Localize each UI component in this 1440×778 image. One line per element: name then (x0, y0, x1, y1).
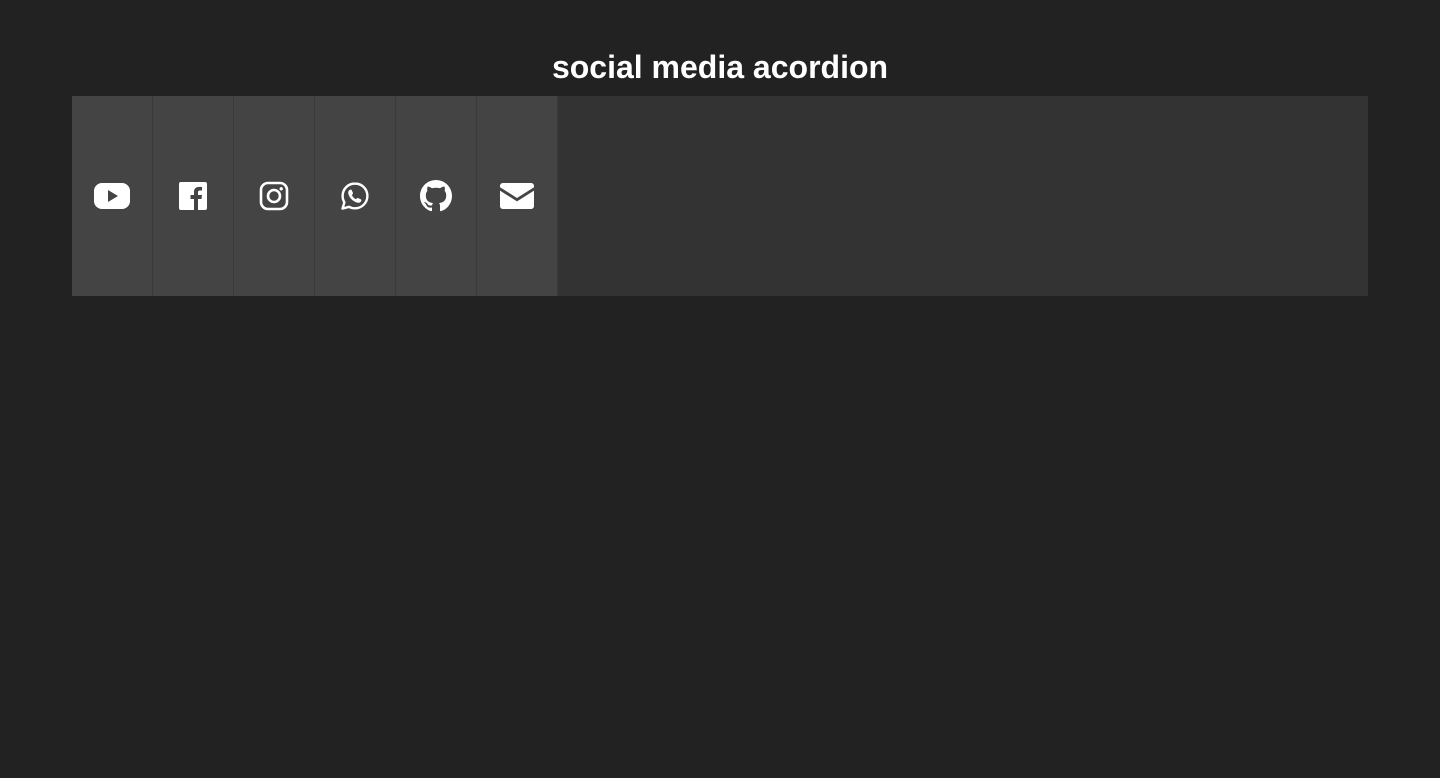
youtube-icon (94, 178, 130, 214)
instagram-icon (256, 178, 292, 214)
accordion-item-github[interactable] (396, 96, 477, 296)
accordion-item-email[interactable] (477, 96, 558, 296)
envelope-icon (499, 178, 535, 214)
accordion-item-facebook[interactable] (153, 96, 234, 296)
social-accordion (72, 96, 1368, 296)
accordion-item-youtube[interactable] (72, 96, 153, 296)
accordion-content-area (558, 96, 1368, 296)
github-icon (418, 178, 454, 214)
whatsapp-icon (337, 178, 373, 214)
accordion-item-instagram[interactable] (234, 96, 315, 296)
accordion-item-whatsapp[interactable] (315, 96, 396, 296)
facebook-icon (175, 178, 211, 214)
page-title: social media acordion (551, 49, 889, 85)
